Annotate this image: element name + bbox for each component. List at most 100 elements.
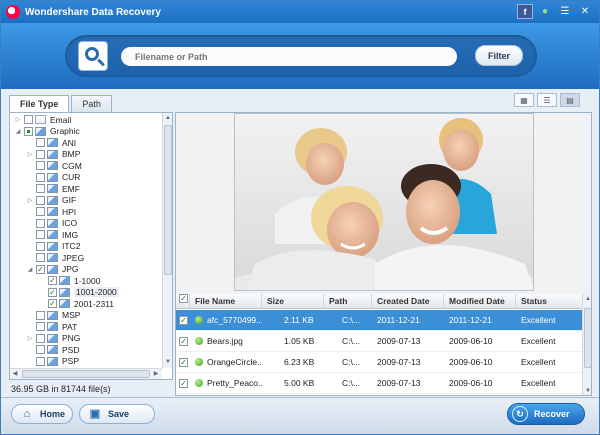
tree-checkbox[interactable] (36, 253, 45, 263)
column-created-date[interactable]: Created Date (372, 294, 444, 309)
tree-checkbox[interactable] (36, 241, 45, 251)
tree-checkbox[interactable] (36, 218, 45, 228)
tree-item[interactable]: ICO (10, 218, 77, 230)
tree-item[interactable]: ▷ PNG (10, 333, 81, 345)
tree-checkbox[interactable]: ✓ (36, 264, 45, 274)
scroll-up-icon[interactable]: ▲ (163, 113, 172, 123)
chat-icon[interactable]: ● (537, 4, 553, 19)
home-button[interactable]: ⌂ Home (11, 404, 73, 424)
image-file-icon (47, 184, 58, 194)
scroll-down-icon[interactable]: ▼ (583, 386, 591, 395)
tree-checkbox[interactable]: ✓ (48, 276, 57, 286)
list-view-icon[interactable]: ☰ (537, 93, 557, 107)
scroll-thumb[interactable] (22, 370, 150, 378)
expand-arrow-icon[interactable]: ▷ (14, 116, 22, 123)
row-checkbox[interactable]: ✓ (179, 315, 188, 325)
row-checkbox[interactable]: ✓ (179, 336, 188, 346)
expand-arrow-icon[interactable]: ◢ (26, 266, 34, 273)
expand-arrow-icon[interactable]: ▷ (26, 335, 34, 342)
tree-checkbox[interactable]: ✓ (48, 299, 57, 309)
table-vertical-scrollbar[interactable]: ▲ ▼ (582, 294, 591, 395)
table-row[interactable]: ✓ OrangeCircle... 6.23 KB C:\... 2009-07-13 2… (176, 352, 582, 373)
tree-checkbox[interactable] (24, 126, 33, 136)
tree-item[interactable]: ◢ ✓ JPG (10, 264, 79, 276)
scroll-thumb[interactable] (164, 125, 172, 275)
column-modified-date[interactable]: Modified Date (444, 294, 516, 309)
tree-item[interactable]: ✓ 1001-2000 (10, 287, 119, 299)
tree-checkbox[interactable] (24, 115, 33, 125)
close-icon[interactable]: ✕ (577, 4, 593, 19)
expand-arrow-icon[interactable]: ▷ (26, 197, 34, 204)
created-date: 2011-12-21 (377, 315, 420, 325)
tree-item[interactable]: ANI (10, 137, 76, 149)
tree-vertical-scrollbar[interactable]: ▲ ▼ (162, 113, 172, 368)
row-checkbox[interactable]: ✓ (179, 378, 188, 388)
tab-file-type[interactable]: File Type (9, 95, 70, 113)
tree-checkbox[interactable] (36, 184, 45, 194)
tree-item-label: CGM (62, 160, 82, 171)
tree-item[interactable]: ✓ 1-1000 (10, 275, 100, 287)
column-status[interactable]: Status (516, 294, 582, 309)
tree-checkbox[interactable]: ✓ (48, 287, 57, 297)
tree-checkbox[interactable] (36, 333, 45, 343)
tree-item[interactable]: EMF (10, 183, 80, 195)
tree-item[interactable]: ✓ 2001-2311 (10, 298, 114, 310)
tree-item[interactable]: JPEG (10, 252, 84, 264)
image-file-icon (47, 241, 58, 251)
tree-item[interactable]: HPI (10, 206, 76, 218)
tree-checkbox[interactable] (36, 172, 45, 182)
tree-item[interactable]: PSD (10, 344, 79, 356)
detail-view-icon[interactable]: ▤ (560, 93, 580, 107)
tree-item[interactable]: MSP (10, 310, 80, 322)
tree-checkbox[interactable] (36, 345, 45, 355)
tree-checkbox[interactable] (36, 230, 45, 240)
tree-item[interactable]: PAT (10, 321, 77, 333)
tree-item[interactable]: ▷ GIF (10, 195, 76, 207)
scroll-down-icon[interactable]: ▼ (163, 357, 172, 367)
search-input[interactable] (121, 47, 457, 66)
table-row[interactable]: ✓ Pretty_Peaco... 5.00 KB C:\... 2009-07-13 2… (176, 373, 582, 394)
filter-button[interactable]: Filter (475, 45, 523, 66)
tree-item[interactable]: ◢ Graphic (10, 126, 80, 138)
image-file-icon (47, 356, 58, 366)
scroll-up-icon[interactable]: ▲ (583, 294, 591, 304)
tree-item[interactable]: ▷ BMP (10, 149, 81, 161)
header-checkbox[interactable]: ✓ (176, 294, 190, 309)
menu-icon[interactable]: ☰ (557, 4, 573, 19)
tree-checkbox[interactable] (36, 310, 45, 320)
tree-checkbox[interactable] (36, 322, 45, 332)
facebook-icon[interactable]: f (517, 4, 533, 19)
scroll-right-icon[interactable]: ▶ (151, 369, 161, 379)
recover-button[interactable]: ↻ Recover (507, 403, 585, 425)
tree-item[interactable]: CUR (10, 172, 80, 184)
tree-item[interactable]: PSP (10, 356, 79, 368)
tree-item[interactable]: ITC2 (10, 241, 80, 253)
tree-item[interactable]: CGM (10, 160, 82, 172)
table-row[interactable]: ✓ afc_5770499... 2.11 KB C:\... 2011-12-21 20… (176, 310, 582, 331)
thumbnail-view-icon[interactable]: ▦ (514, 93, 534, 107)
row-checkbox[interactable]: ✓ (179, 357, 188, 367)
column-path[interactable]: Path (324, 294, 372, 309)
tree-checkbox[interactable] (36, 149, 45, 159)
tree-item[interactable]: IMG (10, 229, 78, 241)
expand-arrow-icon[interactable]: ◢ (14, 128, 22, 135)
table-row[interactable]: ✓ Bears.jpg 1.05 KB C:\... 2009-07-13 2009-06… (176, 331, 582, 352)
created-date: 2009-07-13 (377, 378, 421, 388)
image-file-icon (47, 333, 58, 343)
column-size[interactable]: Size (262, 294, 324, 309)
file-name-cell: OrangeCircle... (190, 357, 262, 367)
scroll-thumb[interactable] (584, 308, 591, 368)
tree-horizontal-scrollbar[interactable]: ◀ ▶ (10, 368, 162, 379)
tree-checkbox[interactable] (36, 138, 45, 148)
status-dot-icon (195, 358, 203, 366)
tree-checkbox[interactable] (36, 356, 45, 366)
tab-path[interactable]: Path (71, 95, 112, 112)
save-button[interactable]: ▣ Save (79, 404, 155, 424)
column-file-name[interactable]: File Name (190, 294, 262, 309)
tree-item[interactable]: ▷ Email (10, 114, 72, 126)
expand-arrow-icon[interactable]: ▷ (26, 151, 34, 158)
tree-checkbox[interactable] (36, 195, 45, 205)
tree-checkbox[interactable] (36, 207, 45, 217)
tree-checkbox[interactable] (36, 161, 45, 171)
scroll-left-icon[interactable]: ◀ (10, 369, 20, 379)
